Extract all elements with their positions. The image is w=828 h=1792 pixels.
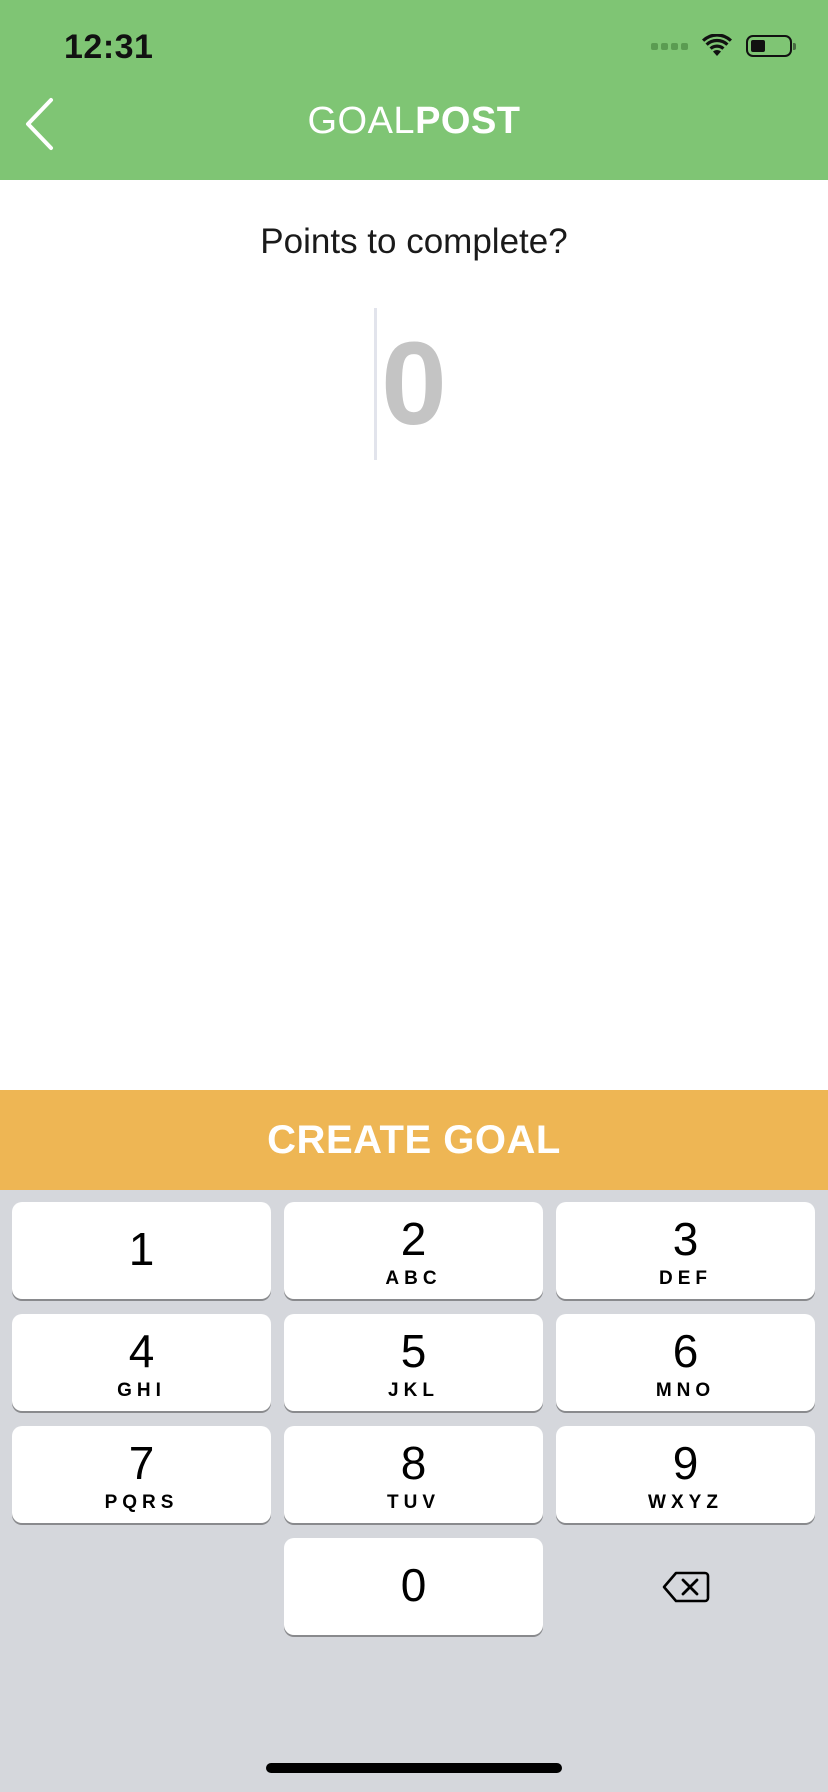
cellular-signal-icon [651, 42, 688, 50]
create-goal-button[interactable]: CREATE GOAL [0, 1090, 828, 1190]
nav-header: 12:31 GOALPOST [0, 0, 828, 180]
key-letters: DEF [659, 1268, 712, 1289]
home-indicator[interactable] [266, 1763, 562, 1773]
key-2[interactable]: 2 ABC [284, 1202, 543, 1299]
key-letters: PQRS [104, 1492, 179, 1513]
key-0[interactable]: 0 [284, 1538, 543, 1635]
key-digit: 9 [672, 1437, 699, 1489]
key-digit: 2 [400, 1213, 427, 1265]
backspace-icon [662, 1571, 709, 1602]
points-input[interactable]: 0 [214, 308, 614, 460]
status-icons [651, 34, 796, 58]
screen: 12:31 GOALPOST Points to complete? 0 CRE… [0, 0, 828, 1792]
points-prompt: Points to complete? [260, 222, 568, 261]
battery-icon [746, 35, 796, 57]
key-6[interactable]: 6 MNO [556, 1314, 815, 1411]
key-5[interactable]: 5 JKL [284, 1314, 543, 1411]
key-digit: 7 [128, 1437, 155, 1489]
app-title: GOALPOST [0, 100, 828, 143]
wifi-icon [702, 34, 732, 56]
key-9[interactable]: 9 WXYZ [556, 1426, 815, 1523]
key-digit: 3 [672, 1213, 699, 1265]
status-time: 12:31 [64, 28, 154, 66]
delete-key[interactable] [556, 1538, 815, 1635]
key-letters: TUV [387, 1492, 440, 1513]
key-digit: 5 [400, 1325, 427, 1377]
key-digit: 6 [672, 1325, 699, 1377]
key-digit: 8 [400, 1437, 427, 1489]
text-cursor [374, 308, 377, 460]
key-letters: GHI [117, 1380, 166, 1401]
key-letters: ABC [385, 1268, 442, 1289]
key-letters: JKL [388, 1380, 439, 1401]
key-digit: 1 [128, 1223, 155, 1275]
key-4[interactable]: 4 GHI [12, 1314, 271, 1411]
app-title-light: GOAL [307, 100, 416, 142]
key-8[interactable]: 8 TUV [284, 1426, 543, 1523]
key-digit: 0 [400, 1559, 427, 1611]
app-title-bold: POST [415, 100, 521, 142]
key-1[interactable]: 1 [12, 1202, 271, 1299]
key-3[interactable]: 3 DEF [556, 1202, 815, 1299]
key-letters: WXYZ [648, 1492, 723, 1513]
points-placeholder: 0 [381, 318, 447, 450]
key-7[interactable]: 7 PQRS [12, 1426, 271, 1523]
key-digit: 4 [128, 1325, 155, 1377]
key-letters: MNO [655, 1380, 716, 1401]
